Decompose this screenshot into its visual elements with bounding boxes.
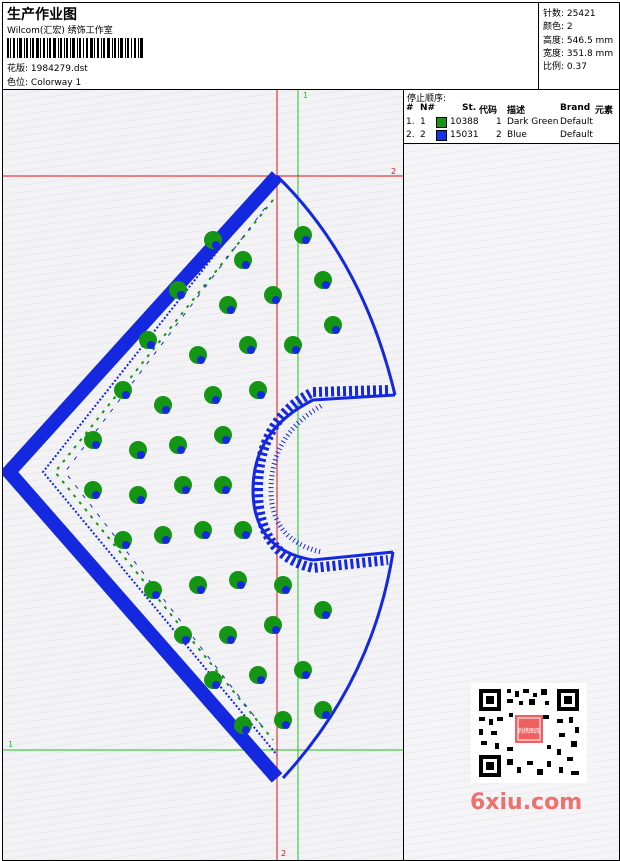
guide-label-green-h: 1 <box>8 740 13 749</box>
stat-height-value: 546.5 mm <box>566 36 614 46</box>
stats-box: 针数: 25421 颜色: 2 高度: 546.5 mm 宽度: 351.8 m… <box>538 3 620 89</box>
embroidery-design: 1 1 2 2 <box>3 90 403 860</box>
stat-width-value: 351.8 mm <box>566 49 614 59</box>
info-panel: 停止顺序: # N# St. 代码 描述 Brand 元素 1. 1 10388… <box>404 90 619 860</box>
stat-stitches: 针数: 25421 <box>543 6 596 19</box>
fan-motifs <box>84 226 342 734</box>
stat-height-label: 高度: <box>543 36 565 46</box>
row-needle: 2 <box>420 130 426 140</box>
stat-colors-value: 2 <box>566 22 573 32</box>
stat-scale-label: 比例: <box>543 62 565 72</box>
production-sheet: 生产作业图 Wilcom(汇宏) 绣饰工作室 花版: 1984279.dst 色… <box>2 2 620 861</box>
row-stitches: 10388 <box>450 117 479 127</box>
stat-height: 高度: 546.5 mm <box>543 33 613 46</box>
stat-colors-label: 颜色: <box>543 22 565 32</box>
studio-name: Wilcom(汇宏) 绣饰工作室 <box>7 26 113 36</box>
qr-stamp-text: 刺绣图库 <box>517 727 541 735</box>
blue-outline <box>3 171 397 783</box>
design-file-label: 花版: <box>7 64 29 74</box>
row-code: 1 <box>496 117 502 127</box>
col-header-brand: Brand <box>560 103 591 113</box>
sheet-title: 生产作业图 <box>7 7 77 23</box>
colorway-label: 色位: <box>7 78 29 88</box>
color-swatch-green <box>436 117 447 128</box>
col-header-index: # <box>406 103 414 113</box>
colorway-name: Colorway 1 <box>30 78 82 88</box>
stat-scale: 比例: 0.37 <box>543 59 587 72</box>
col-header-code: 代码 <box>479 106 498 116</box>
guide-label-red-v: 2 <box>281 849 286 858</box>
stop-sequence-table: 停止顺序: # N# St. 代码 描述 Brand 元素 1. 1 10388… <box>404 90 619 144</box>
row-code: 2 <box>496 130 502 140</box>
stat-width-label: 宽度: <box>543 49 565 59</box>
guide-label-red-h: 2 <box>391 167 396 176</box>
guide-label-green-v: 1 <box>303 91 308 100</box>
col-header-element: 元素 <box>595 106 614 116</box>
row-brand: Default <box>560 130 593 140</box>
design-canvas[interactable]: 1 1 2 2 <box>3 90 404 860</box>
row-description: Blue <box>507 130 527 140</box>
row-index: 2. <box>406 130 415 140</box>
row-description: Dark Green <box>507 117 559 127</box>
col-header-description: 描述 <box>507 106 526 116</box>
stat-stitches-value: 25421 <box>566 9 596 19</box>
col-header-needle: N# <box>420 103 436 113</box>
design-file-name: 1984279.dst <box>30 64 88 74</box>
row-index: 1. <box>406 117 415 127</box>
design-file-line: 花版: 1984279.dst <box>7 61 88 74</box>
qr-code: 刺绣图库 <box>471 683 587 783</box>
watermark-logo: 6xiu.com <box>470 790 583 815</box>
stat-width: 宽度: 351.8 mm <box>543 46 613 59</box>
sheet-header: 生产作业图 Wilcom(汇宏) 绣饰工作室 花版: 1984279.dst 色… <box>3 3 619 90</box>
stat-colors: 颜色: 2 <box>543 19 573 32</box>
col-header-stitches: St. <box>462 103 477 113</box>
colorway-line: 色位: Colorway 1 <box>7 75 81 88</box>
row-needle: 1 <box>420 117 426 127</box>
stat-scale-value: 0.37 <box>566 62 587 72</box>
barcode <box>7 38 143 58</box>
color-swatch-blue <box>436 130 447 141</box>
row-stitches: 15031 <box>450 130 479 140</box>
stat-stitches-label: 针数: <box>543 9 565 19</box>
row-brand: Default <box>560 117 593 127</box>
qr-image: 刺绣图库 <box>471 683 587 783</box>
